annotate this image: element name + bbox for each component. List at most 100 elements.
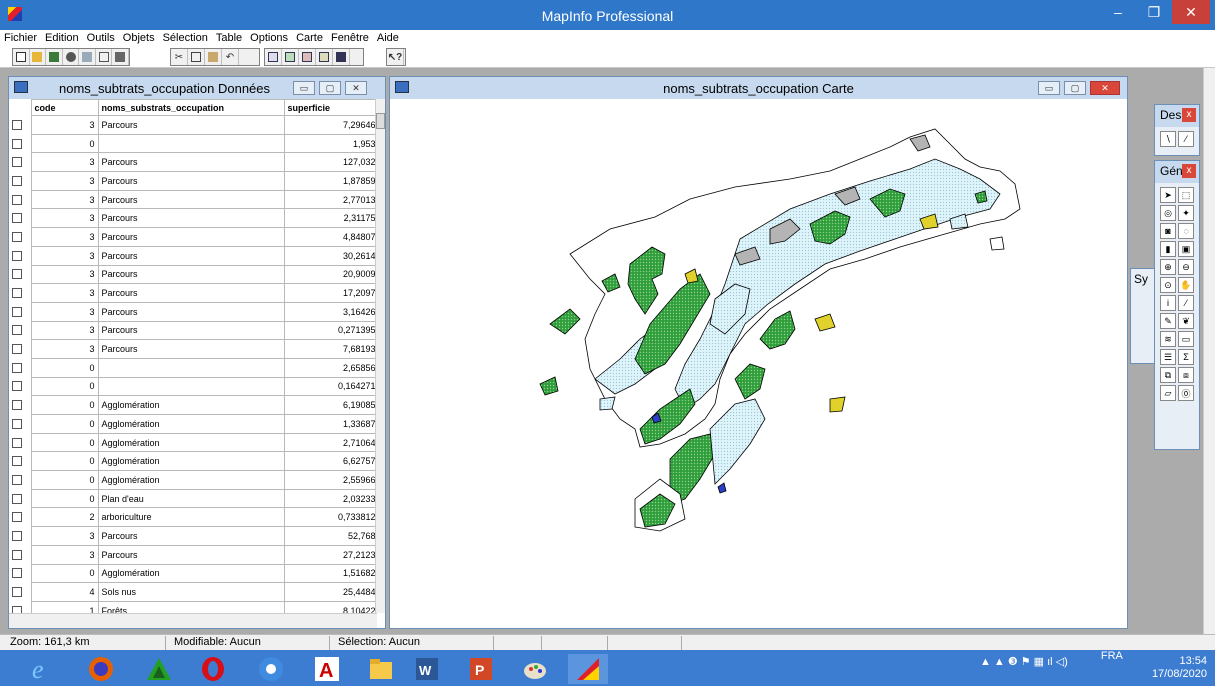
table-row[interactable]: 0 2,65856: [9, 357, 377, 378]
graph-select-icon[interactable]: ▮: [1160, 241, 1176, 257]
cell-superficie[interactable]: 6,19085: [283, 395, 377, 415]
menu-selection[interactable]: Sélection: [159, 30, 212, 44]
table-row[interactable]: 0 Plan d'eau 2,03233: [9, 488, 377, 509]
info-tool-icon[interactable]: i: [1160, 295, 1176, 311]
cell-superficie[interactable]: 6,62757: [283, 451, 377, 472]
cell-noms[interactable]: Agglomération: [97, 414, 285, 434]
map-window[interactable]: noms_subtrats_occupation Carte ▭ ▢ ✕: [389, 76, 1128, 629]
browser-window[interactable]: noms_subtrats_occupation Données ▭ ▢ ✕ c…: [8, 76, 386, 629]
show-cosmetic-icon[interactable]: ⓪: [1178, 385, 1194, 401]
line-tool-icon[interactable]: ∖: [1160, 131, 1176, 147]
cell-code[interactable]: 0: [30, 432, 99, 453]
cell-noms[interactable]: Sols nus: [97, 582, 285, 602]
menu-fichier[interactable]: Fichier: [0, 30, 41, 44]
cell-noms[interactable]: arboriculture: [97, 507, 285, 528]
cell-code[interactable]: 3: [30, 339, 99, 359]
drawing-palette[interactable]: Des... x ∖ ⁄: [1154, 104, 1200, 156]
cell-superficie[interactable]: 52,768: [283, 526, 377, 546]
cell-code[interactable]: 3: [30, 544, 99, 565]
row-checkbox[interactable]: [9, 583, 31, 602]
map-region-foret-8[interactable]: [549, 308, 581, 335]
map-restore-button[interactable]: ▢: [1064, 81, 1086, 95]
map-minimize-button[interactable]: ▭: [1038, 81, 1060, 95]
cell-code[interactable]: 0: [30, 133, 99, 154]
symbol-palette[interactable]: Sy: [1130, 268, 1156, 364]
open-workspace-icon[interactable]: [46, 49, 63, 65]
row-checkbox[interactable]: [9, 228, 31, 247]
cell-superficie[interactable]: 2,77013: [283, 189, 377, 210]
table-row[interactable]: 3 Parcours 30,2614: [9, 245, 377, 266]
save-icon[interactable]: [79, 49, 96, 65]
table-row[interactable]: 0 Agglomération 6,62757: [9, 451, 377, 472]
table-row[interactable]: 3 Parcours 7,68193: [9, 339, 377, 359]
browser-close-button[interactable]: ✕: [345, 81, 367, 95]
show-statistics-icon[interactable]: ▱: [1160, 385, 1176, 401]
cell-superficie[interactable]: 3,16426: [283, 301, 377, 322]
layer-control-icon[interactable]: ≋: [1160, 331, 1176, 347]
row-checkbox[interactable]: [9, 564, 31, 583]
cell-code[interactable]: 3: [30, 283, 99, 303]
cell-superficie[interactable]: 25,4484: [283, 582, 377, 602]
map-canvas[interactable]: [390, 99, 1127, 628]
table-row[interactable]: 2 arboriculture 0,733812: [9, 507, 377, 528]
menu-objets[interactable]: Objets: [119, 30, 159, 44]
new-redistrict-icon[interactable]: [333, 49, 350, 65]
browser-vertical-scrollbar[interactable]: [375, 99, 385, 613]
main-vertical-scrollbar[interactable]: [1203, 68, 1215, 634]
cell-noms[interactable]: Agglomération: [97, 451, 285, 472]
select-tool-icon[interactable]: ➤: [1160, 187, 1176, 203]
label-tool-icon[interactable]: ✎: [1160, 313, 1176, 329]
polygon-select-icon[interactable]: ✦: [1178, 205, 1194, 221]
mapinfo-icon[interactable]: [568, 654, 608, 684]
cell-code[interactable]: 0: [30, 451, 99, 472]
table-row[interactable]: 3 Parcours 7,29646: [9, 115, 377, 135]
cell-code[interactable]: 1: [30, 600, 99, 613]
cell-superficie[interactable]: 7,68193: [283, 339, 377, 359]
cell-noms[interactable]: Agglomération: [97, 563, 285, 584]
new-grapher-icon[interactable]: [299, 49, 316, 65]
cell-superficie[interactable]: 0,164271: [283, 376, 377, 397]
paint-icon[interactable]: [520, 654, 550, 684]
row-checkbox[interactable]: [9, 302, 31, 321]
row-checkbox[interactable]: [9, 172, 31, 191]
cell-code[interactable]: 0: [30, 470, 99, 490]
cell-code[interactable]: 3: [30, 264, 99, 285]
boundary-select-icon[interactable]: ◙: [1160, 223, 1176, 239]
cell-superficie[interactable]: 17,2097: [283, 283, 377, 303]
zoom-in-icon[interactable]: ⊕: [1160, 259, 1176, 275]
cell-noms[interactable]: [97, 376, 285, 397]
cell-code[interactable]: 3: [30, 152, 99, 173]
cell-noms[interactable]: Parcours: [97, 264, 285, 285]
new-mapper-icon[interactable]: [282, 49, 299, 65]
browser-horizontal-scrollbar[interactable]: [9, 613, 377, 628]
cell-superficie[interactable]: 8,10422: [283, 600, 377, 613]
menu-carte[interactable]: Carte: [292, 30, 327, 44]
cell-noms[interactable]: [97, 133, 285, 154]
radius-select-icon[interactable]: ◎: [1160, 205, 1176, 221]
firefox-icon[interactable]: [86, 654, 116, 684]
cell-noms[interactable]: Parcours: [97, 544, 285, 565]
chrome-icon[interactable]: [256, 654, 286, 684]
table-row[interactable]: 0 Agglomération 2,55966: [9, 470, 377, 490]
table-row[interactable]: 3 Parcours 2,77013: [9, 189, 377, 210]
row-checkbox[interactable]: [9, 452, 31, 471]
table-row[interactable]: 4 Sols nus 25,4484: [9, 582, 377, 602]
row-checkbox[interactable]: [9, 134, 31, 153]
cell-noms[interactable]: [97, 357, 285, 378]
cell-noms[interactable]: Parcours: [97, 208, 285, 229]
row-checkbox[interactable]: [9, 116, 31, 135]
cell-superficie[interactable]: 2,03233: [283, 488, 377, 509]
cell-superficie[interactable]: 0,733812: [283, 507, 377, 528]
menu-outils[interactable]: Outils: [83, 30, 119, 44]
cell-superficie[interactable]: 2,31175: [283, 208, 377, 229]
table-row[interactable]: 3 Parcours 4,84807: [9, 227, 377, 247]
status-modifiable[interactable]: Modifiable: Aucun: [170, 636, 330, 650]
language-indicator[interactable]: FRA: [1101, 650, 1123, 662]
table-row[interactable]: 3 Parcours 17,2097: [9, 283, 377, 303]
cell-noms[interactable]: Parcours: [97, 152, 285, 173]
cell-superficie[interactable]: 1,87859: [283, 171, 377, 191]
cell-superficie[interactable]: 127,032: [283, 152, 377, 173]
column-header-code[interactable]: code: [30, 99, 99, 116]
hotlink-icon[interactable]: ⁄: [1178, 295, 1194, 311]
cell-superficie[interactable]: 2,65856: [283, 357, 377, 378]
